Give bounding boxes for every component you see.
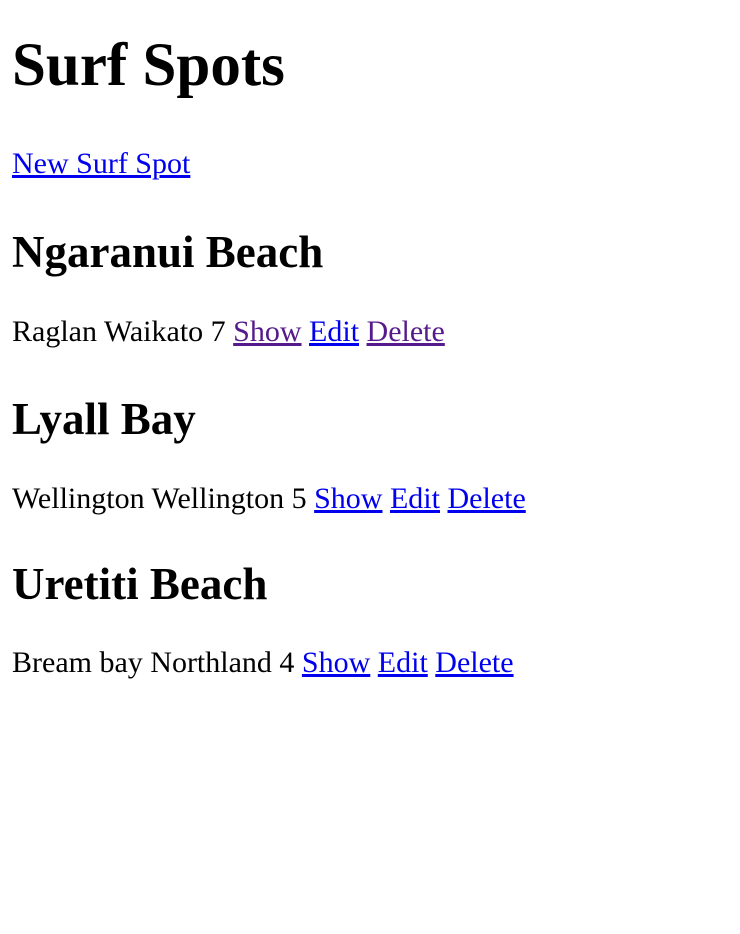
delete-link[interactable]: Delete xyxy=(435,646,513,679)
spot-details: Raglan Waikato 7 Show Edit Delete xyxy=(12,317,728,347)
spot-town: Bream bay xyxy=(12,646,143,679)
delete-link[interactable]: Delete xyxy=(367,315,445,348)
spot-title: Lyall Bay xyxy=(12,394,196,444)
spot-title: Uretiti Beach xyxy=(12,559,268,609)
show-link[interactable]: Show xyxy=(302,646,370,679)
new-link-container: New Surf Spot xyxy=(12,149,728,179)
spot-region: Northland xyxy=(150,646,272,679)
new-surf-spot-link[interactable]: New Surf Spot xyxy=(12,147,190,180)
spot-details: Wellington Wellington 5 Show Edit Delete xyxy=(12,484,728,514)
spot-rating: 5 xyxy=(291,482,307,515)
page-title: Surf Spots xyxy=(12,32,285,99)
spot-title: Ngaranui Beach xyxy=(12,227,324,277)
delete-link[interactable]: Delete xyxy=(447,482,525,515)
spot-region: Wellington xyxy=(151,482,285,515)
show-link[interactable]: Show xyxy=(233,315,301,348)
spot-rating: 7 xyxy=(210,315,226,348)
spot-details: Bream bay Northland 4 Show Edit Delete xyxy=(12,648,728,678)
spot-rating: 4 xyxy=(279,646,295,679)
page: Surf Spots New Surf Spot Ngaranui Beach … xyxy=(0,0,740,678)
edit-link[interactable]: Edit xyxy=(309,315,359,348)
spot-town: Wellington xyxy=(12,482,145,515)
spot-region: Waikato xyxy=(103,315,204,348)
edit-link[interactable]: Edit xyxy=(378,646,428,679)
spot-town: Raglan xyxy=(12,315,97,348)
show-link[interactable]: Show xyxy=(314,482,382,515)
edit-link[interactable]: Edit xyxy=(390,482,440,515)
